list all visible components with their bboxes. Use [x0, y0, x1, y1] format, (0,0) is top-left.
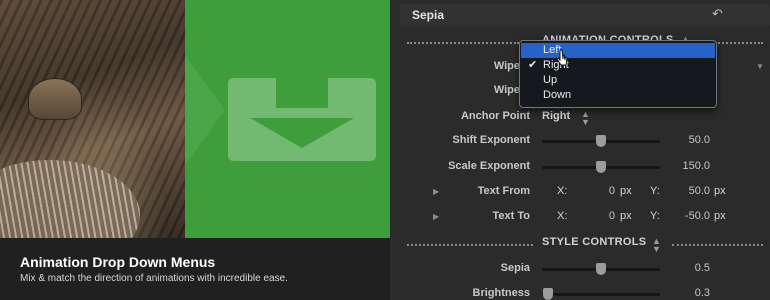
text-to-x-unit: px: [620, 210, 632, 222]
text-to-x-value[interactable]: 0: [555, 210, 615, 222]
popup-arrow-icon[interactable]: ▼: [756, 62, 764, 71]
scale-exponent-value[interactable]: 150.0: [650, 160, 710, 172]
sepia-knob[interactable]: [596, 263, 606, 275]
sepia-value[interactable]: 0.5: [650, 262, 710, 274]
anchor-updown-icon[interactable]: ▲ ▼: [581, 110, 590, 127]
shift-exponent-label: Shift Exponent: [452, 134, 530, 146]
text-to-y-value[interactable]: -50.0: [650, 210, 710, 222]
sepia-label: Sepia: [500, 262, 530, 274]
caption-subtitle: Mix & match the direction of animations …: [20, 273, 288, 284]
style-controls-heading[interactable]: STYLE CONTROLS: [542, 236, 646, 248]
wipe-in-label: Wipe: [493, 60, 520, 72]
text-from-y-value[interactable]: 50.0: [650, 185, 710, 197]
shift-exponent-knob[interactable]: [596, 135, 606, 147]
city-aerial-photo: [0, 0, 185, 270]
text-to-y-unit: px: [714, 210, 726, 222]
video-preview: Animation Drop Down Menus Mix & match th…: [0, 0, 390, 300]
menu-item-left[interactable]: Left: [521, 43, 715, 58]
effect-title: Sepia: [412, 8, 445, 22]
scale-exponent-label: Scale Exponent: [448, 160, 530, 172]
section-updown-icon: ▲▼: [652, 236, 661, 254]
checkmark-icon: ✔: [528, 59, 538, 71]
menu-item-label: Up: [543, 74, 558, 86]
text-to-label: Text To: [492, 210, 530, 222]
text-from-label: Text From: [477, 185, 530, 197]
scale-exponent-knob[interactable]: [596, 161, 606, 173]
menu-item-right[interactable]: ✔ Right: [521, 58, 715, 73]
section-divider: [672, 244, 763, 246]
direction-dropdown-menu[interactable]: Left ✔ Right Up Down: [519, 40, 717, 108]
brightness-slider[interactable]: [542, 293, 660, 296]
caption-title: Animation Drop Down Menus: [20, 254, 216, 270]
menu-item-up[interactable]: Up: [521, 73, 715, 88]
text-from-x-unit: px: [620, 185, 632, 197]
shift-exponent-value[interactable]: 50.0: [650, 134, 710, 146]
menu-item-down[interactable]: Down: [521, 88, 715, 103]
panel-edge-shadow: [185, 55, 225, 165]
text-from-x-value[interactable]: 0: [555, 185, 615, 197]
brightness-knob[interactable]: [542, 288, 553, 300]
wipe-out-label: Wipe: [493, 84, 520, 96]
mouse-pointer-icon: [556, 49, 568, 66]
down-arrow-icon: [228, 78, 376, 161]
anchor-point-value[interactable]: Right: [542, 110, 570, 122]
anchor-point-label: Anchor Point: [460, 110, 530, 122]
brightness-value[interactable]: 0.3: [650, 287, 710, 299]
dome-building: [28, 78, 82, 120]
reset-icon[interactable]: ↶: [712, 6, 723, 22]
section-divider: [407, 42, 519, 44]
section-divider: [407, 244, 533, 246]
brightness-label: Brightness: [472, 287, 530, 299]
menu-item-label: Down: [543, 89, 572, 101]
section-divider: [715, 42, 763, 44]
text-from-y-unit: px: [714, 185, 726, 197]
